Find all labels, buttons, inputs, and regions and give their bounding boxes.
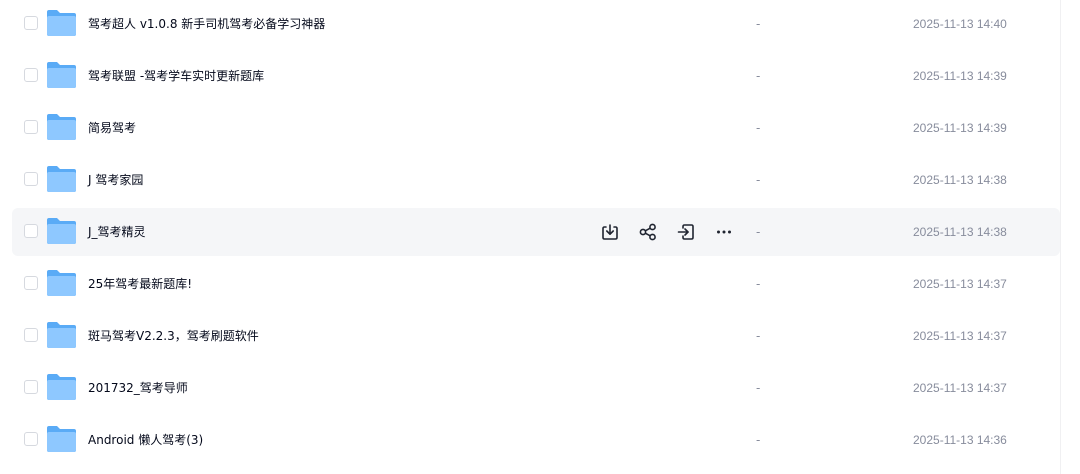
file-row[interactable]: 201732_驾考导师 - 2025-11-13 14:37	[12, 364, 1060, 412]
row-checkbox[interactable]	[24, 172, 38, 186]
folder-icon	[47, 374, 76, 400]
file-size: -	[756, 173, 761, 187]
row-checkbox[interactable]	[24, 432, 38, 446]
folder-icon	[47, 426, 76, 452]
row-checkbox[interactable]	[24, 276, 38, 290]
file-modified-time: 2025-11-13 14:39	[913, 69, 1007, 83]
file-name[interactable]: 斑马驾考V2.2.3，驾考刷题软件	[88, 312, 259, 360]
row-actions	[598, 220, 750, 244]
folder-icon	[47, 114, 76, 140]
file-size: -	[756, 433, 761, 447]
folder-icon	[47, 218, 76, 244]
file-size: -	[756, 121, 761, 135]
vertical-scrollbar[interactable]	[1060, 0, 1080, 474]
file-row-hovered[interactable]: J_驾考精灵 - 2025-11-13 14:38	[12, 208, 1060, 256]
file-row[interactable]: 驾考超人 v1.0.8 新手司机驾考必备学习神器 - 2025-11-13 14…	[12, 0, 1060, 48]
file-name[interactable]: J 驾考家园	[88, 156, 143, 204]
row-checkbox[interactable]	[24, 68, 38, 82]
download-button[interactable]	[598, 220, 622, 244]
file-name[interactable]: 简易驾考	[88, 104, 136, 152]
file-row[interactable]: 简易驾考 - 2025-11-13 14:39	[12, 104, 1060, 152]
file-name[interactable]: Android 懒人驾考(3)	[88, 416, 203, 464]
file-row[interactable]: 斑马驾考V2.2.3，驾考刷题软件 - 2025-11-13 14:37	[12, 312, 1060, 360]
row-checkbox[interactable]	[24, 16, 38, 30]
file-size: -	[756, 69, 761, 83]
file-modified-time: 2025-11-13 14:37	[913, 329, 1007, 343]
folder-icon	[47, 270, 76, 296]
file-row[interactable]: Android 懒人驾考(3) - 2025-11-13 14:36	[12, 416, 1060, 464]
more-icon	[717, 230, 731, 234]
folder-icon	[47, 62, 76, 88]
share-button[interactable]	[636, 220, 660, 244]
file-size: -	[756, 329, 761, 343]
file-modified-time: 2025-11-13 14:40	[913, 17, 1007, 31]
share-icon	[639, 223, 656, 241]
file-modified-time: 2025-11-13 14:36	[913, 433, 1007, 447]
file-list: 驾考超人 v1.0.8 新手司机驾考必备学习神器 - 2025-11-13 14…	[0, 0, 1080, 474]
move-to-icon	[677, 224, 694, 240]
file-size: -	[756, 17, 761, 31]
folder-icon	[47, 10, 76, 36]
more-button[interactable]	[712, 220, 736, 244]
file-size: -	[756, 381, 761, 395]
folder-icon	[47, 322, 76, 348]
row-checkbox[interactable]	[24, 224, 38, 238]
file-modified-time: 2025-11-13 14:38	[913, 173, 1007, 187]
file-row[interactable]: J 驾考家园 - 2025-11-13 14:38	[12, 156, 1060, 204]
download-icon	[602, 224, 618, 240]
file-modified-time: 2025-11-13 14:38	[913, 225, 1007, 239]
file-name[interactable]: J_驾考精灵	[88, 208, 146, 256]
file-modified-time: 2025-11-13 14:37	[913, 381, 1007, 395]
file-size: -	[756, 277, 761, 291]
file-row[interactable]: 驾考联盟 -驾考学车实时更新题库 - 2025-11-13 14:39	[12, 52, 1060, 100]
file-row[interactable]: 25年驾考最新题库! - 2025-11-13 14:37	[12, 260, 1060, 308]
file-name[interactable]: 25年驾考最新题库!	[88, 260, 192, 308]
row-checkbox[interactable]	[24, 380, 38, 394]
file-name[interactable]: 驾考联盟 -驾考学车实时更新题库	[88, 52, 264, 100]
row-checkbox[interactable]	[24, 328, 38, 342]
move-to-button[interactable]	[674, 220, 698, 244]
file-size: -	[756, 225, 761, 239]
folder-icon	[47, 166, 76, 192]
row-checkbox[interactable]	[24, 120, 38, 134]
file-modified-time: 2025-11-13 14:37	[913, 277, 1007, 291]
file-modified-time: 2025-11-13 14:39	[913, 121, 1007, 135]
file-name[interactable]: 驾考超人 v1.0.8 新手司机驾考必备学习神器	[88, 0, 325, 48]
file-name[interactable]: 201732_驾考导师	[88, 364, 188, 412]
